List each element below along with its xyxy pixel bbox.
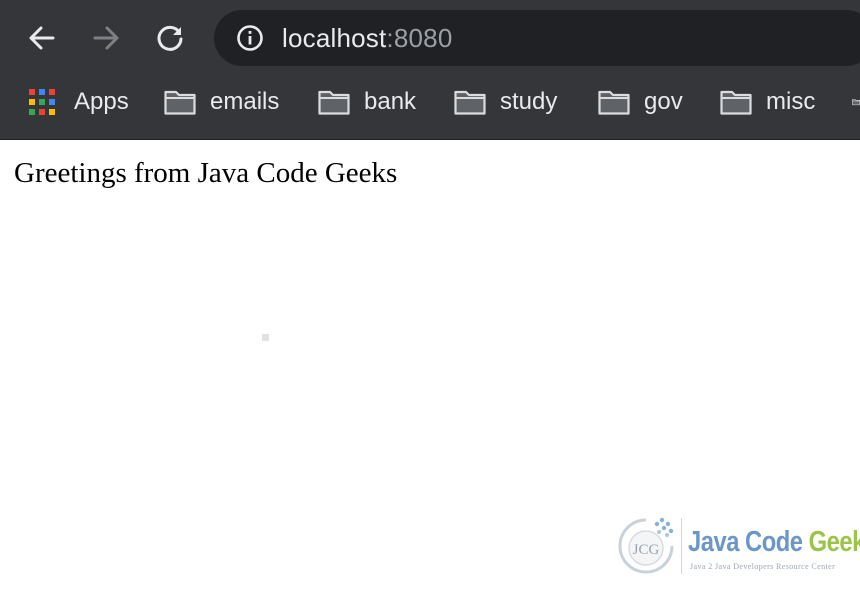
arrow-left-icon bbox=[29, 26, 55, 50]
jcg-watermark-logo: JCG Java Code Geeks Java 2 Java Develope… bbox=[614, 510, 860, 582]
back-button[interactable] bbox=[22, 18, 62, 58]
url-host: localhost bbox=[282, 23, 387, 53]
arrow-right-icon bbox=[93, 26, 119, 50]
bookmark-folder-gov[interactable]: gov bbox=[598, 76, 683, 128]
greeting-text: Greetings from Java Code Geeks bbox=[14, 157, 398, 189]
bookmark-folder-emails[interactable]: emails bbox=[164, 76, 279, 128]
info-icon[interactable] bbox=[236, 24, 264, 52]
bookmark-label: Apps bbox=[74, 88, 129, 115]
bookmark-folder-misc[interactable]: misc bbox=[720, 76, 815, 128]
apps-grid-icon bbox=[29, 89, 55, 115]
folder-icon bbox=[852, 99, 860, 106]
browser-toolbar: localhost:8080 bbox=[0, 0, 860, 76]
reload-icon bbox=[157, 25, 183, 51]
bookmark-apps[interactable]: Apps bbox=[29, 76, 129, 128]
folder-icon bbox=[720, 90, 752, 115]
logo-title-geeks: Geeks bbox=[808, 526, 860, 558]
logo-tagline: Java 2 Java Developers Resource Center bbox=[690, 562, 836, 571]
logo-title-java-code: Java Code bbox=[688, 526, 809, 558]
bookmark-label: misc bbox=[766, 88, 816, 115]
forward-button[interactable] bbox=[86, 18, 126, 58]
bookmarks-bar: Apps emails bank study gov misc bbox=[0, 76, 860, 140]
bookmark-label: gov bbox=[644, 88, 683, 115]
address-bar[interactable]: localhost:8080 bbox=[214, 10, 860, 66]
bookmark-folder-study[interactable]: study bbox=[454, 76, 557, 128]
folder-icon bbox=[318, 90, 350, 115]
url-port: :8080 bbox=[386, 23, 453, 53]
artifact-dot bbox=[262, 334, 269, 341]
logo-title: Java Code Geeks bbox=[688, 526, 860, 559]
logo-divider bbox=[681, 518, 682, 574]
folder-icon bbox=[598, 90, 630, 115]
jcg-emblem-icon: JCG bbox=[618, 517, 674, 574]
folder-icon bbox=[454, 90, 486, 115]
bookmark-folder-bank[interactable]: bank bbox=[318, 76, 416, 128]
reload-button[interactable] bbox=[150, 18, 190, 58]
url-text[interactable]: localhost:8080 bbox=[282, 22, 453, 54]
emblem-text: JCG bbox=[633, 542, 660, 558]
bookmark-label: bank bbox=[364, 88, 417, 115]
bookmark-folder-overflow[interactable] bbox=[852, 76, 860, 128]
folder-icon bbox=[164, 90, 196, 115]
bookmark-label: study bbox=[500, 88, 558, 115]
bookmark-label: emails bbox=[210, 88, 280, 115]
